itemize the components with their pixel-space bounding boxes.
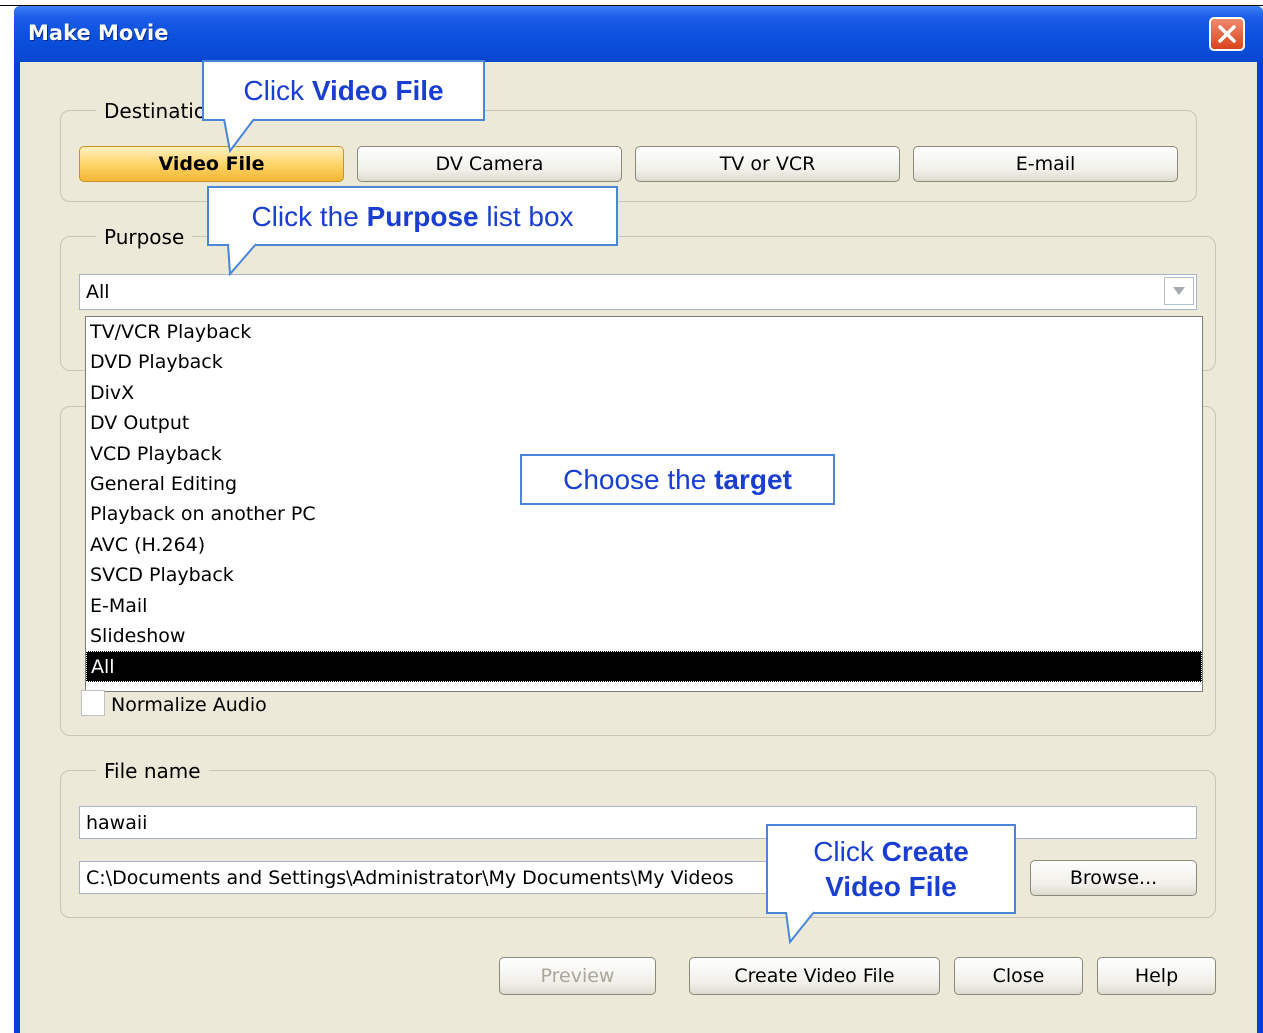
close-window-button[interactable] bbox=[1209, 17, 1245, 51]
callout-pointer bbox=[227, 242, 257, 276]
browse-button[interactable]: Browse... bbox=[1030, 860, 1197, 896]
window-title: Make Movie bbox=[28, 21, 169, 45]
help-button[interactable]: Help bbox=[1097, 957, 1216, 995]
callout-text: list box bbox=[478, 200, 574, 232]
normalize-audio-checkbox[interactable] bbox=[81, 690, 105, 716]
list-item-selected[interactable]: All bbox=[86, 651, 1202, 682]
video-file-button[interactable]: Video File bbox=[79, 146, 344, 182]
callout-text-bold: target bbox=[714, 464, 792, 495]
purpose-label: Purpose bbox=[96, 225, 193, 249]
callout-click-video-file: Click Video File bbox=[202, 60, 485, 121]
callout-choose-target: Choose the target bbox=[520, 454, 835, 505]
preview-button[interactable]: Preview bbox=[499, 957, 656, 995]
list-item[interactable]: DV Output bbox=[86, 408, 1202, 438]
callout-click-purpose: Click the Purpose list box bbox=[207, 186, 618, 246]
chevron-down-icon bbox=[1173, 287, 1185, 295]
callout-text: Click the bbox=[251, 200, 367, 232]
callout-text-bold: Video File bbox=[311, 75, 444, 106]
callout-click-create-video-file: Click Create Video File bbox=[766, 824, 1016, 914]
callout-text: Click bbox=[243, 75, 312, 106]
email-button[interactable]: E-mail bbox=[913, 146, 1178, 182]
purpose-selected-value: All bbox=[86, 281, 110, 303]
callout-text-bold: Create bbox=[881, 836, 969, 867]
dialog-body: Destination Video File DV Camera TV or V… bbox=[20, 62, 1257, 1033]
callout-text: Choose the bbox=[563, 464, 715, 495]
list-item[interactable]: E-Mail bbox=[86, 591, 1202, 621]
file-name-label: File name bbox=[96, 759, 209, 783]
file-path-input[interactable]: C:\Documents and Settings\Administrator\… bbox=[79, 861, 779, 894]
list-item[interactable]: Slideshow bbox=[86, 621, 1202, 651]
create-video-file-button[interactable]: Create Video File bbox=[689, 957, 940, 995]
make-movie-dialog: Make Movie Destination Video File DV Cam… bbox=[14, 6, 1263, 1033]
file-name-input[interactable]: hawaii bbox=[79, 806, 1197, 839]
dropdown-arrow-button[interactable] bbox=[1164, 277, 1194, 305]
list-item[interactable]: DVD Playback bbox=[86, 347, 1202, 377]
callout-text-bold: Purpose bbox=[366, 200, 479, 232]
tv-or-vcr-button[interactable]: TV or VCR bbox=[635, 146, 900, 182]
purpose-dropdown[interactable]: All bbox=[79, 274, 1197, 310]
normalize-audio-label: Normalize Audio bbox=[111, 694, 267, 716]
close-button[interactable]: Close bbox=[954, 957, 1083, 995]
list-item[interactable]: SVCD Playback bbox=[86, 560, 1202, 590]
list-item[interactable]: DivX bbox=[86, 378, 1202, 408]
callout-text: Click bbox=[813, 836, 882, 867]
list-item[interactable]: AVC (H.264) bbox=[86, 530, 1202, 560]
list-item[interactable]: TV/VCR Playback bbox=[86, 317, 1202, 347]
callout-text-bold: Video File bbox=[825, 871, 957, 902]
callout-pointer bbox=[785, 910, 815, 944]
close-icon bbox=[1218, 25, 1236, 43]
dv-camera-button[interactable]: DV Camera bbox=[357, 146, 622, 182]
title-bar[interactable]: Make Movie bbox=[14, 6, 1263, 62]
callout-pointer bbox=[223, 117, 255, 153]
